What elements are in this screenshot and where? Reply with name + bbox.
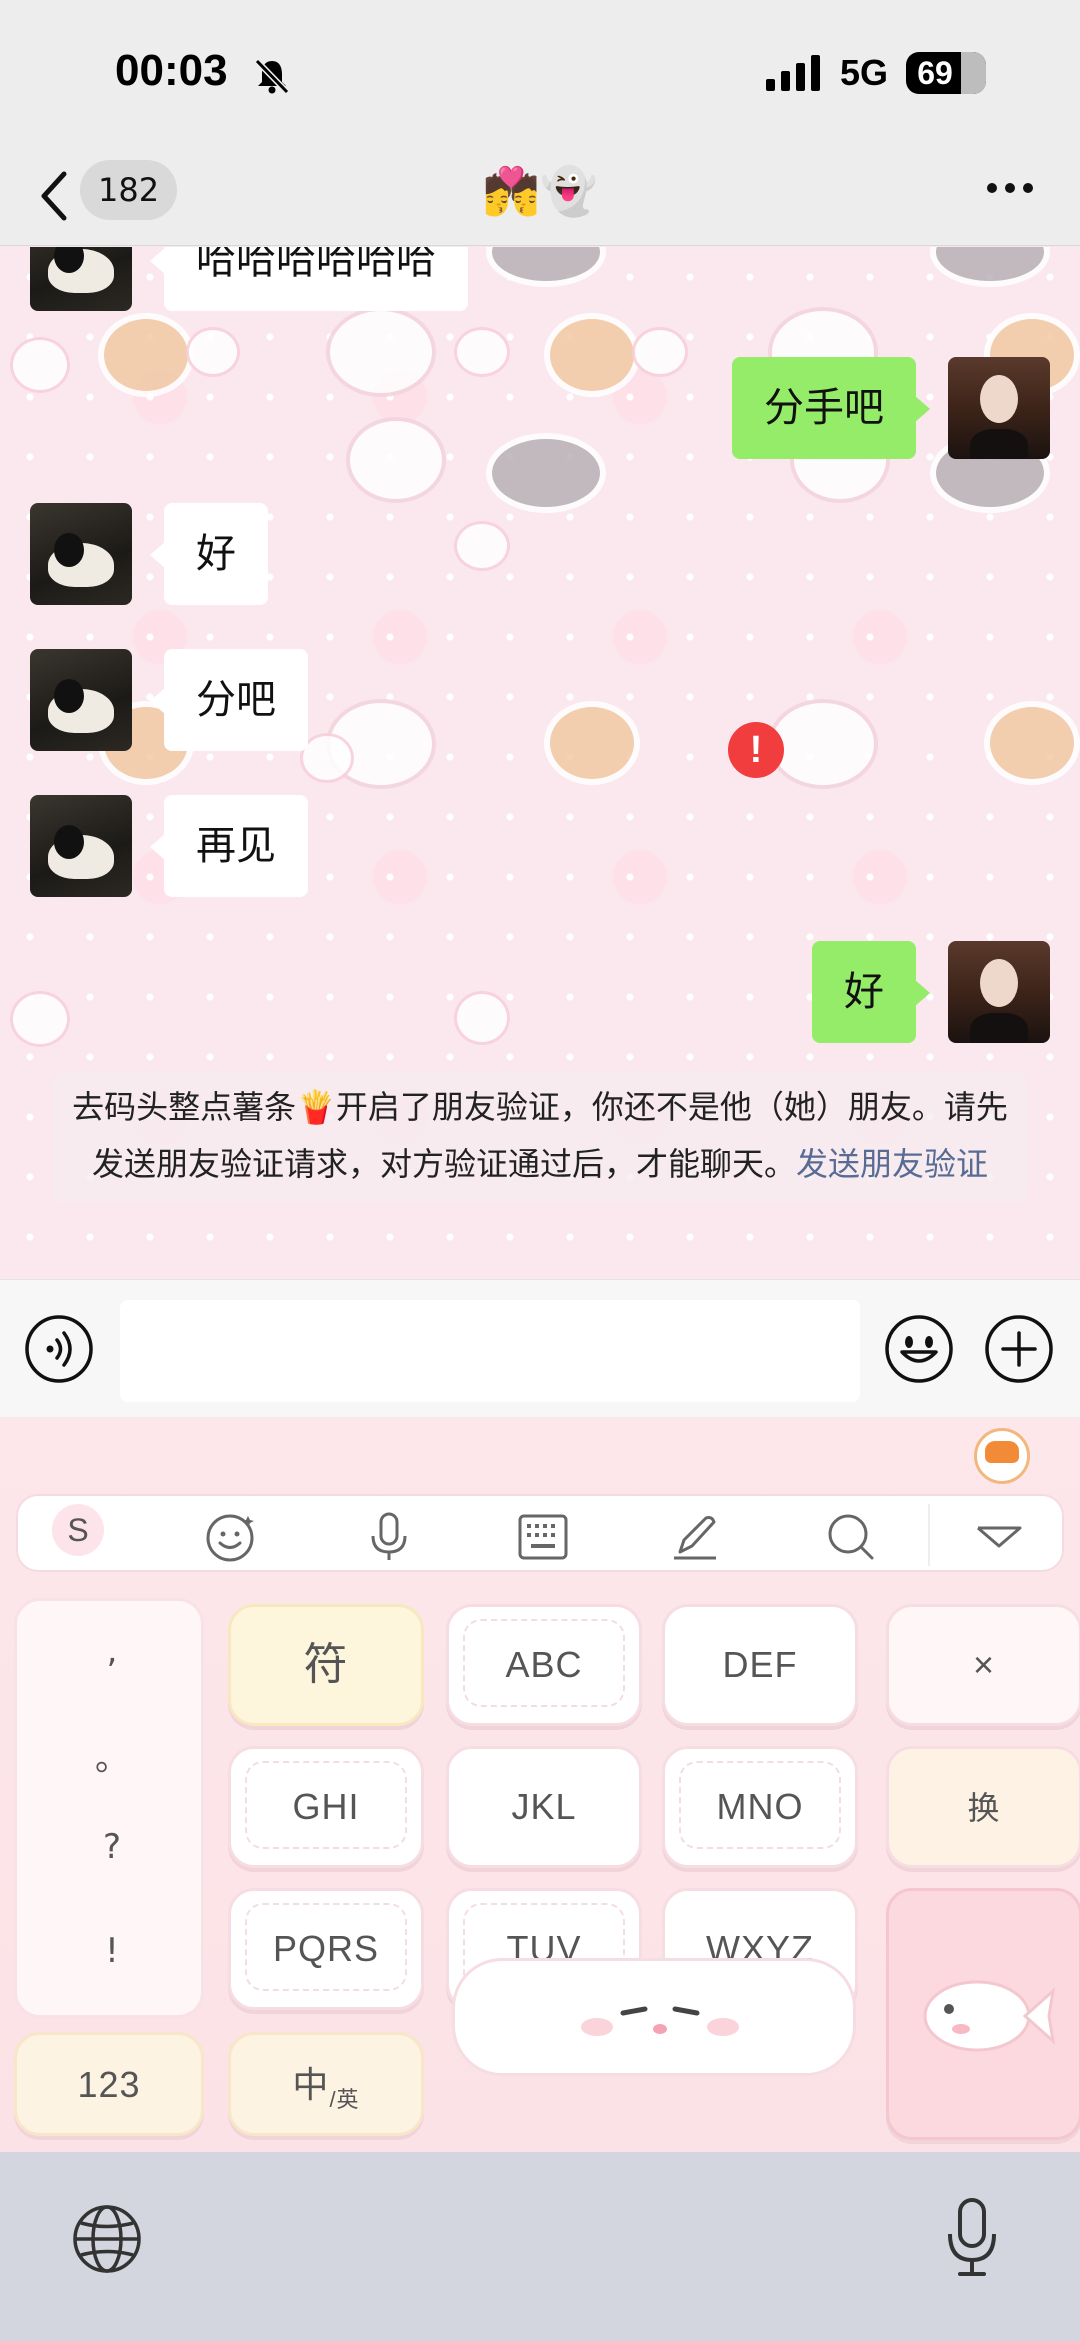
wallpaper-cat-sticker	[768, 699, 878, 789]
message-input-bar	[0, 1279, 1080, 1417]
key-ghi[interactable]: GHI	[228, 1746, 424, 1868]
wallpaper-paw-sticker	[10, 337, 70, 393]
key-label: JKL	[511, 1786, 577, 1827]
collapse-keyboard-icon[interactable]	[972, 1510, 1026, 1564]
network-type: 5G	[840, 52, 889, 93]
wallpaper-paw-sticker	[632, 327, 688, 377]
back-arrow-icon[interactable]	[36, 168, 72, 224]
key-dashed-border	[679, 1761, 841, 1849]
globe-icon[interactable]	[70, 2202, 144, 2276]
key-label-main: 中	[292, 2064, 330, 2105]
punctuation-key[interactable]: ,	[17, 1631, 207, 1671]
wallpaper-paw-sticker	[454, 327, 510, 377]
keyboard-toolbar: S	[16, 1494, 1064, 1572]
key-label: 123	[77, 2064, 141, 2105]
punctuation-key[interactable]: 。	[17, 1731, 207, 1780]
key-dashed-border	[245, 1761, 407, 1849]
ime-keyboard: S , 。 ? ! 符 ABC DEF × GHI JKL MNO 换 PQRS…	[0, 1418, 1080, 2152]
wallpaper-koala-sticker	[486, 433, 606, 513]
add-attachment-icon[interactable]	[984, 1314, 1054, 1384]
send-verification-link[interactable]: 发送朋友验证	[796, 1145, 988, 1183]
battery-percent: 69	[917, 55, 953, 91]
numbers-key[interactable]: 123	[14, 2032, 204, 2136]
wallpaper-paw-sticker	[10, 991, 70, 1047]
chat-header: 182 💏👻	[0, 150, 1080, 246]
key-jkl[interactable]: JKL	[446, 1746, 642, 1868]
my-avatar[interactable]	[948, 941, 1050, 1043]
key-label: ×	[972, 1644, 996, 1685]
delete-key[interactable]: ×	[886, 1604, 1080, 1726]
fish-icon	[923, 1980, 1056, 2052]
message-bubble-outgoing[interactable]: 分手吧	[732, 357, 930, 459]
wallpaper-bear-sticker	[984, 701, 1080, 785]
friend-verification-notice: 去码头整点薯条🍟开启了朋友验证，你还不是他（她）朋友。请先发送朋友验证请求，对方…	[52, 1073, 1028, 1203]
ime-logo-button[interactable]: S	[52, 1504, 104, 1556]
message-bubble-outgoing[interactable]: 好	[812, 941, 930, 1043]
message-bubble-incoming[interactable]: 再见	[150, 795, 308, 897]
key-dashed-border	[245, 1903, 407, 1991]
enter-key[interactable]	[886, 1888, 1080, 2140]
key-mno[interactable]: MNO	[662, 1746, 858, 1868]
message-text-input[interactable]	[120, 1300, 860, 1402]
contact-avatar[interactable]	[30, 649, 132, 751]
handwriting-pen-icon[interactable]	[668, 1510, 722, 1564]
wallpaper-bear-sticker	[544, 701, 640, 785]
system-keyboard-bar	[0, 2152, 1080, 2341]
search-icon[interactable]	[824, 1510, 878, 1564]
battery-empty-part	[961, 52, 986, 94]
wallpaper-paw-sticker	[300, 733, 354, 783]
wallpaper-cat-sticker	[326, 307, 436, 397]
status-time: 00:03	[115, 46, 228, 95]
wallpaper-paw-sticker	[454, 521, 510, 571]
wallpaper-bear-sticker	[98, 313, 194, 397]
key-dashed-border	[463, 1619, 625, 1707]
contact-avatar[interactable]	[30, 247, 132, 311]
punctuation-key[interactable]: !	[17, 1931, 207, 1971]
wallpaper-paw-sticker	[186, 327, 240, 377]
key-pqrs[interactable]: PQRS	[228, 1888, 424, 2010]
key-label: 符	[303, 1639, 349, 1690]
message-bubble-incoming[interactable]: 好	[150, 503, 268, 605]
send-failed-icon[interactable]: !	[728, 722, 784, 778]
switch-key[interactable]: 换	[886, 1746, 1080, 1868]
wallpaper-koala-sticker	[486, 247, 606, 287]
wallpaper-cat-sticker	[346, 417, 446, 503]
status-bar: 00:03 5G 69	[0, 0, 1080, 150]
wallpaper-paw-sticker	[454, 991, 510, 1045]
emoji-smile-icon[interactable]	[884, 1314, 954, 1384]
key-label: 换	[967, 1790, 1001, 1826]
keyboard-mascot-icon[interactable]	[974, 1428, 1030, 1484]
more-options-icon[interactable]	[984, 180, 1036, 196]
contact-avatar[interactable]	[30, 503, 132, 605]
key-label-sub: /英	[329, 2087, 360, 2112]
wallpaper-koala-sticker	[930, 247, 1050, 287]
message-bubble-incoming[interactable]: 哈哈哈哈哈哈	[150, 247, 468, 311]
chat-title: 💏👻	[482, 164, 598, 218]
microphone-icon[interactable]	[362, 1510, 416, 1564]
dictation-mic-icon[interactable]	[944, 2196, 1000, 2280]
key-label: DEF	[722, 1644, 798, 1685]
space-key-face-icon	[581, 2006, 739, 2036]
unread-count-badge[interactable]: 182	[80, 160, 178, 220]
wallpaper-bear-sticker	[544, 313, 640, 397]
punctuation-key[interactable]: ?	[17, 1827, 207, 1867]
language-switch-key[interactable]: 中/英	[228, 2032, 424, 2136]
message-bubble-incoming[interactable]: 分吧	[150, 649, 308, 751]
emoji-face-icon[interactable]	[204, 1510, 258, 1564]
key-def[interactable]: DEF	[662, 1604, 858, 1726]
symbols-key[interactable]: 符	[228, 1604, 424, 1726]
punctuation-column[interactable]: , 。 ? !	[14, 1598, 204, 2018]
keyboard-layout-icon[interactable]	[516, 1510, 570, 1564]
cellular-signal-icon	[766, 55, 820, 91]
space-key[interactable]	[452, 1958, 856, 2076]
voice-input-icon[interactable]	[24, 1314, 94, 1384]
my-avatar[interactable]	[948, 357, 1050, 459]
battery-indicator: 69	[906, 52, 986, 94]
chat-message-list[interactable]: 哈哈哈哈哈哈 分手吧 好 分吧 再见 ! 好 去码头整点薯条🍟开启了朋友验证，你…	[0, 247, 1080, 1279]
toolbar-divider	[928, 1504, 930, 1566]
bell-muted-icon	[254, 58, 290, 95]
contact-avatar[interactable]	[30, 795, 132, 897]
key-abc[interactable]: ABC	[446, 1604, 642, 1726]
